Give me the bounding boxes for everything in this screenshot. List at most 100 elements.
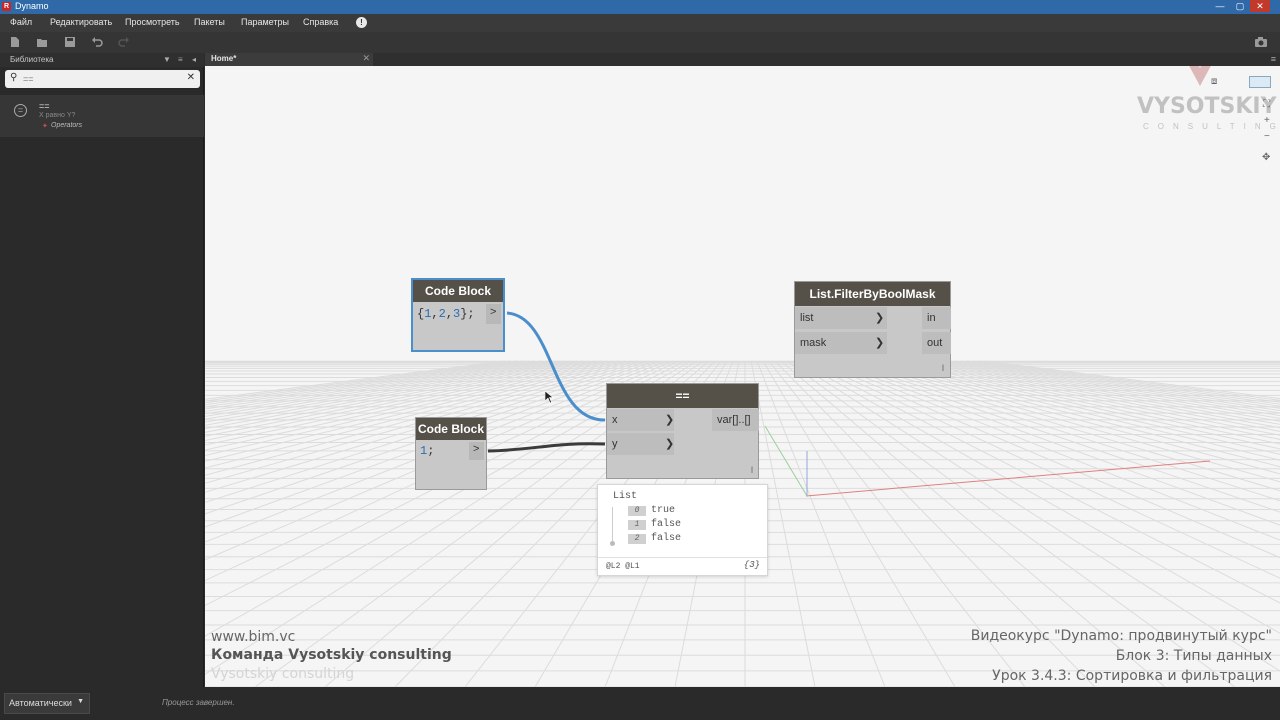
result-name: == <box>39 101 50 111</box>
zoom-fit-icon[interactable]: ⛶ <box>1263 99 1270 110</box>
caption-course: Видеокурс "Dynamo: продвинутый курс" <box>970 628 1272 644</box>
menu-view[interactable]: Просмотреть <box>125 17 180 27</box>
wire-codeblock2-to-y[interactable] <box>487 442 606 453</box>
save-icon[interactable] <box>64 36 76 48</box>
chevron-right-icon: ❯ <box>875 337 885 349</box>
node-title[interactable]: List.FilterByBoolMask <box>795 282 950 306</box>
workspace-canvas[interactable]: Code Block {1,2,3}; > Code Block 1; > ==… <box>205 66 1280 687</box>
collapse-panel-icon[interactable]: ◂ <box>192 55 196 64</box>
maximize-button[interactable]: ▢ <box>1230 0 1250 12</box>
menu-packages[interactable]: Пакеты <box>194 17 225 27</box>
item-value: false <box>651 533 682 544</box>
node-preview-bubble[interactable]: List 0 true 1 false 2 false @L2 @L1 {3} <box>597 484 768 576</box>
input-port-y[interactable]: y ❯ <box>607 433 674 455</box>
graph-view-icon[interactable] <box>1249 76 1271 88</box>
tree-dot <box>610 541 615 546</box>
status-bar: Автоматически ▼ Процесс завершен. <box>0 687 1280 720</box>
menu-settings[interactable]: Параметры <box>241 17 289 27</box>
chevron-right-icon: ❯ <box>875 312 885 324</box>
item-value: false <box>651 519 682 530</box>
output-port-label: > <box>473 443 480 455</box>
geometry-view-icon[interactable]: ⧈ <box>1211 76 1217 87</box>
workspace-tab-bar: Home* ✕ ≡ <box>205 53 1280 66</box>
item-index: 0 <box>628 506 646 516</box>
redo-icon[interactable] <box>118 36 130 48</box>
tab-home[interactable]: Home* ✕ <box>205 53 373 66</box>
output-port[interactable]: > <box>469 442 484 460</box>
caption-team: Команда Vysotskiy consulting <box>211 647 452 663</box>
input-port-list[interactable]: list ❯ <box>795 307 887 329</box>
lacing-indicator[interactable]: l <box>942 363 944 373</box>
library-panel: Библиотека ▼ ≡ ◂ ⚲ ✕ = == X равно Y? ✦ O… <box>0 53 204 687</box>
notification-icon[interactable]: ! <box>356 17 367 28</box>
node-title[interactable]: Code Block <box>413 280 503 302</box>
revit-app-icon: R <box>2 2 11 11</box>
close-button[interactable]: ✕ <box>1250 0 1270 12</box>
node-title[interactable]: Code Block <box>416 418 486 440</box>
zoom-in-icon[interactable]: + <box>1264 115 1270 126</box>
new-file-icon[interactable] <box>9 36 21 48</box>
library-header: Библиотека ▼ ≡ ◂ <box>0 53 204 67</box>
output-port-out[interactable]: out <box>922 332 951 354</box>
menu-edit[interactable]: Редактировать <box>50 17 112 27</box>
list-view-icon[interactable]: ≡ <box>178 55 183 64</box>
menu-file[interactable]: Файл <box>10 17 32 27</box>
caption-ghost: Vysotskiy consulting <box>211 666 355 682</box>
run-mode-select[interactable]: Автоматически ▼ <box>4 693 90 714</box>
port-label-mask: mask <box>800 337 827 349</box>
code-block-node-2[interactable]: Code Block 1; > <box>415 417 487 490</box>
code-block-text[interactable]: {1,2,3}; <box>417 307 475 321</box>
list-item: 1 false <box>628 519 728 531</box>
zoom-out-icon[interactable]: − <box>1264 131 1270 142</box>
equals-node[interactable]: == x ❯ y ❯ var[]..[] l <box>606 383 759 479</box>
mouse-cursor-icon <box>545 391 554 404</box>
search-result-equals[interactable]: = == X равно Y? ✦ Operators <box>0 95 204 137</box>
clear-search-icon[interactable]: ✕ <box>187 72 195 83</box>
screenshot-camera-icon[interactable] <box>1254 36 1267 48</box>
item-value: true <box>651 505 676 516</box>
menu-help[interactable]: Справка <box>303 17 338 27</box>
wires-layer <box>487 311 606 453</box>
node-title[interactable]: == <box>607 384 758 408</box>
item-index: 1 <box>628 520 646 530</box>
chevron-down-icon: ▼ <box>77 698 84 705</box>
output-port-label: var[]..[] <box>717 414 751 426</box>
result-category: Operators <box>51 122 83 129</box>
port-label-in: in <box>927 312 936 324</box>
caption-lesson: Урок 3.4.3: Сортировка и фильтрация <box>992 668 1272 684</box>
library-search-box: ⚲ ✕ <box>5 70 200 88</box>
port-label-list: list <box>800 312 814 324</box>
code-block-text[interactable]: 1; <box>420 444 434 458</box>
pan-icon[interactable]: ✥ <box>1262 152 1270 163</box>
output-port[interactable]: var[]..[] <box>712 409 759 431</box>
input-port-x[interactable]: x ❯ <box>607 409 674 431</box>
filter-icon[interactable]: ▼ <box>163 55 171 64</box>
library-title: Библиотека <box>10 55 54 64</box>
preview-divider <box>598 557 767 558</box>
filter-by-bool-mask-node[interactable]: List.FilterByBoolMask list ❯ mask ❯ in o… <box>794 281 951 378</box>
undo-icon[interactable] <box>91 36 103 48</box>
tab-home-label: Home* <box>211 54 237 63</box>
library-search-input[interactable] <box>23 72 183 85</box>
title-bar: R Dynamo — ▢ ✕ <box>0 0 1280 14</box>
minimize-button[interactable]: — <box>1210 0 1230 12</box>
close-tab-icon[interactable]: ✕ <box>362 53 370 64</box>
input-port-mask[interactable]: mask ❯ <box>795 332 887 354</box>
window-title: Dynamo <box>15 1 49 11</box>
output-port[interactable]: > <box>486 304 501 324</box>
code-block-node-1[interactable]: Code Block {1,2,3}; > <box>411 278 505 352</box>
tree-line <box>612 507 613 543</box>
port-label-out: out <box>927 337 943 349</box>
lacing-indicator[interactable]: l <box>751 465 753 475</box>
preview-title: List <box>613 491 638 502</box>
port-label-x: x <box>612 414 618 426</box>
run-mode-label: Автоматически <box>9 698 72 708</box>
list-item: 0 true <box>628 505 728 517</box>
tab-menu-icon[interactable]: ≡ <box>1271 54 1276 64</box>
logo-brand: VYSOTSKIY <box>1137 94 1277 119</box>
open-folder-icon[interactable] <box>36 36 48 48</box>
run-status-text: Процесс завершен. <box>162 698 235 707</box>
output-port-in[interactable]: in <box>922 307 951 329</box>
category-icon: ✦ <box>42 123 48 130</box>
wire-codeblock1-to-x[interactable] <box>506 311 606 422</box>
